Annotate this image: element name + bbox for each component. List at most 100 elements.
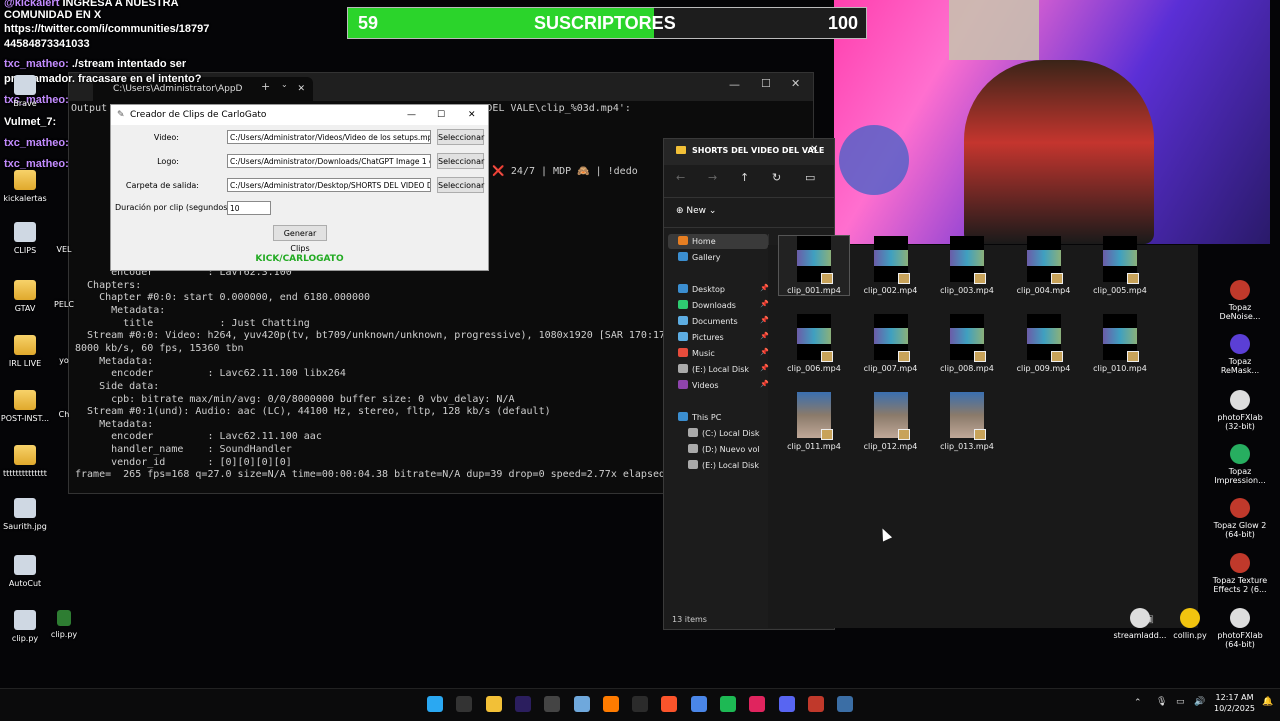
back-icon[interactable]: ← <box>676 171 685 184</box>
app-red-icon[interactable] <box>807 696 824 712</box>
video-thumbnail <box>1026 314 1063 362</box>
file-item[interactable]: clip_008.mp4 <box>932 314 1002 373</box>
generate-clips-button[interactable]: Generar Clips <box>273 225 327 253</box>
nav-item[interactable]: (C:) Local Disk <box>688 428 760 438</box>
output-select-button[interactable]: Seleccionar <box>437 177 484 193</box>
pin-icon: 📌 <box>760 332 769 340</box>
nav-item[interactable]: Music 📌 <box>678 348 769 358</box>
obs-icon[interactable] <box>544 696 561 712</box>
nav-item[interactable]: Desktop 📌 <box>678 284 769 294</box>
epic-icon[interactable] <box>456 696 473 712</box>
taskbar-clock[interactable]: 12:17 AM 10/2/2025 <box>1214 692 1255 714</box>
chevron-up-icon[interactable]: ⌃ <box>1134 698 1142 708</box>
file-item[interactable]: clip_003.mp4 <box>932 236 1002 295</box>
file-item[interactable]: clip_005.mp4 <box>1085 236 1155 295</box>
nav-item[interactable]: Videos 📌 <box>678 380 769 390</box>
notification-icon[interactable]: 🔔 <box>1262 697 1273 707</box>
minimize-icon[interactable]: — <box>407 105 416 125</box>
up-icon[interactable]: ↑ <box>740 171 749 184</box>
discord-icon[interactable] <box>778 696 795 712</box>
python-icon[interactable] <box>837 696 854 712</box>
close-icon[interactable]: ✕ <box>297 77 305 101</box>
video-path-field[interactable]: C:/Users/Administrator/Videos/Video de l… <box>227 130 431 144</box>
maximize-icon[interactable]: ☐ <box>761 77 771 90</box>
maximize-icon[interactable]: ☐ <box>437 105 445 125</box>
file-item[interactable]: clip_007.mp4 <box>856 314 926 373</box>
firefox-icon[interactable] <box>602 696 619 712</box>
desktop-icon[interactable]: AutoCut <box>0 555 57 588</box>
desktop-icon[interactable]: Saurith.jpg <box>0 498 57 531</box>
nav-item[interactable]: (E:) Local Disk 📌 <box>678 364 769 374</box>
logo-path-field[interactable]: C:/Users/Administrator/Downloads/ChatGPT… <box>227 154 431 168</box>
close-icon[interactable]: ✕ <box>791 77 800 90</box>
desktop-icon[interactable]: tttttttttttttt <box>0 445 57 478</box>
python-file-icon <box>57 610 71 626</box>
nav-item[interactable]: Pictures 📌 <box>678 332 769 342</box>
file-item[interactable]: clip_001.mp4 <box>778 235 850 296</box>
output-folder-field[interactable]: C:/Users/Administrator/Desktop/SHORTS DE… <box>227 178 431 192</box>
desktop-icon[interactable]: Topaz ReMask... <box>1210 334 1270 375</box>
desktop-icon[interactable]: Topaz DeNoise... <box>1210 280 1270 321</box>
desktop-icon[interactable]: Topaz Glow 2 (64-bit) <box>1210 498 1270 539</box>
desktop-icon[interactable]: clip.py <box>44 610 84 639</box>
file-item[interactable]: clip_013.mp4 <box>932 392 1002 451</box>
microphone-icon[interactable]: 🎙 <box>1156 697 1167 707</box>
desktop-icon[interactable]: Topaz Texture Effects 2 (6... <box>1210 553 1270 594</box>
spotify-icon[interactable] <box>720 696 736 712</box>
explorer-tab[interactable]: SHORTS DEL VIDEO DEL VALE ✕ <box>664 139 834 165</box>
editor-icon[interactable] <box>690 696 707 712</box>
file-item[interactable]: clip_004.mp4 <box>1009 236 1079 295</box>
nav-item[interactable]: This PC <box>678 412 721 422</box>
close-icon[interactable]: ✕ <box>810 144 818 155</box>
file-name: clip_001.mp4 <box>787 286 841 295</box>
file-item[interactable]: clip_012.mp4 <box>856 392 926 451</box>
video-thumbnail <box>873 236 910 284</box>
chat-message: 44584873341033 <box>4 38 90 50</box>
terminal-icon[interactable] <box>632 696 649 712</box>
desktop-icon-label: photoFXlab (32-bit) <box>1217 413 1263 431</box>
file-item[interactable]: clip_002.mp4 <box>856 236 926 295</box>
tiktok-icon[interactable] <box>749 696 766 712</box>
files-icon[interactable] <box>485 696 502 712</box>
desktop-icon[interactable]: yo <box>44 356 84 365</box>
notepad-icon[interactable] <box>573 696 590 712</box>
file-item[interactable]: clip_011.mp4 <box>779 392 849 451</box>
file-item[interactable]: clip_006.mp4 <box>779 314 849 373</box>
video-select-button[interactable]: Seleccionar <box>437 129 484 145</box>
volume-icon[interactable]: 🔊 <box>1194 697 1205 707</box>
nav-item[interactable]: Gallery <box>678 252 721 262</box>
nav-item[interactable]: (E:) Local Disk <box>688 460 759 470</box>
network-icon[interactable]: ▭ <box>1176 697 1185 707</box>
terminal-output-line: Side data: <box>75 380 160 392</box>
new-tab-icon[interactable]: + <box>261 80 270 93</box>
nav-item[interactable]: (D:) Nuevo vol <box>688 444 760 454</box>
file-item[interactable]: clip_009.mp4 <box>1009 314 1079 373</box>
forward-icon[interactable]: → <box>708 171 717 184</box>
file-item[interactable]: clip_010.mp4 <box>1085 314 1155 373</box>
close-icon[interactable]: ✕ <box>468 105 476 125</box>
brave-icon[interactable] <box>661 696 678 712</box>
desktop-icon[interactable]: Brave <box>0 75 57 108</box>
duration-field[interactable]: 10 <box>227 201 271 215</box>
desktop-icon[interactable]: VEL <box>44 245 84 254</box>
chat-username: @kickalert <box>4 0 63 9</box>
nav-item[interactable]: Home <box>678 236 716 246</box>
clip-creator-dialog[interactable]: ✎ Creador de Clips de CarloGato — ☐ ✕ Vi… <box>110 104 489 271</box>
start-icon[interactable] <box>427 696 443 712</box>
logo-select-button[interactable]: Seleccionar <box>437 153 484 169</box>
desktop-icon[interactable]: kickalertas <box>0 170 57 203</box>
desktop-icon[interactable]: streamladd... <box>1110 608 1170 640</box>
desktop-icon[interactable]: Topaz Impression... <box>1210 444 1270 485</box>
pin-icon: 📌 <box>760 380 769 388</box>
desktop-icon[interactable]: PELC <box>44 300 84 309</box>
nav-item[interactable]: Documents 📌 <box>678 316 769 326</box>
minimize-icon[interactable]: — <box>729 78 740 91</box>
premiere-icon[interactable] <box>514 696 531 712</box>
new-button[interactable]: ⊕ New ⌄ <box>676 206 716 216</box>
chevron-down-icon[interactable]: ⌄ <box>281 80 288 89</box>
refresh-icon[interactable]: ↻ <box>772 171 781 184</box>
view-icon[interactable]: ▭ <box>805 171 815 184</box>
desktop-icon[interactable]: photoFXlab (32-bit) <box>1210 390 1270 431</box>
nav-item[interactable]: Downloads 📌 <box>678 300 769 310</box>
desktop-icon[interactable]: Ch <box>44 410 84 419</box>
